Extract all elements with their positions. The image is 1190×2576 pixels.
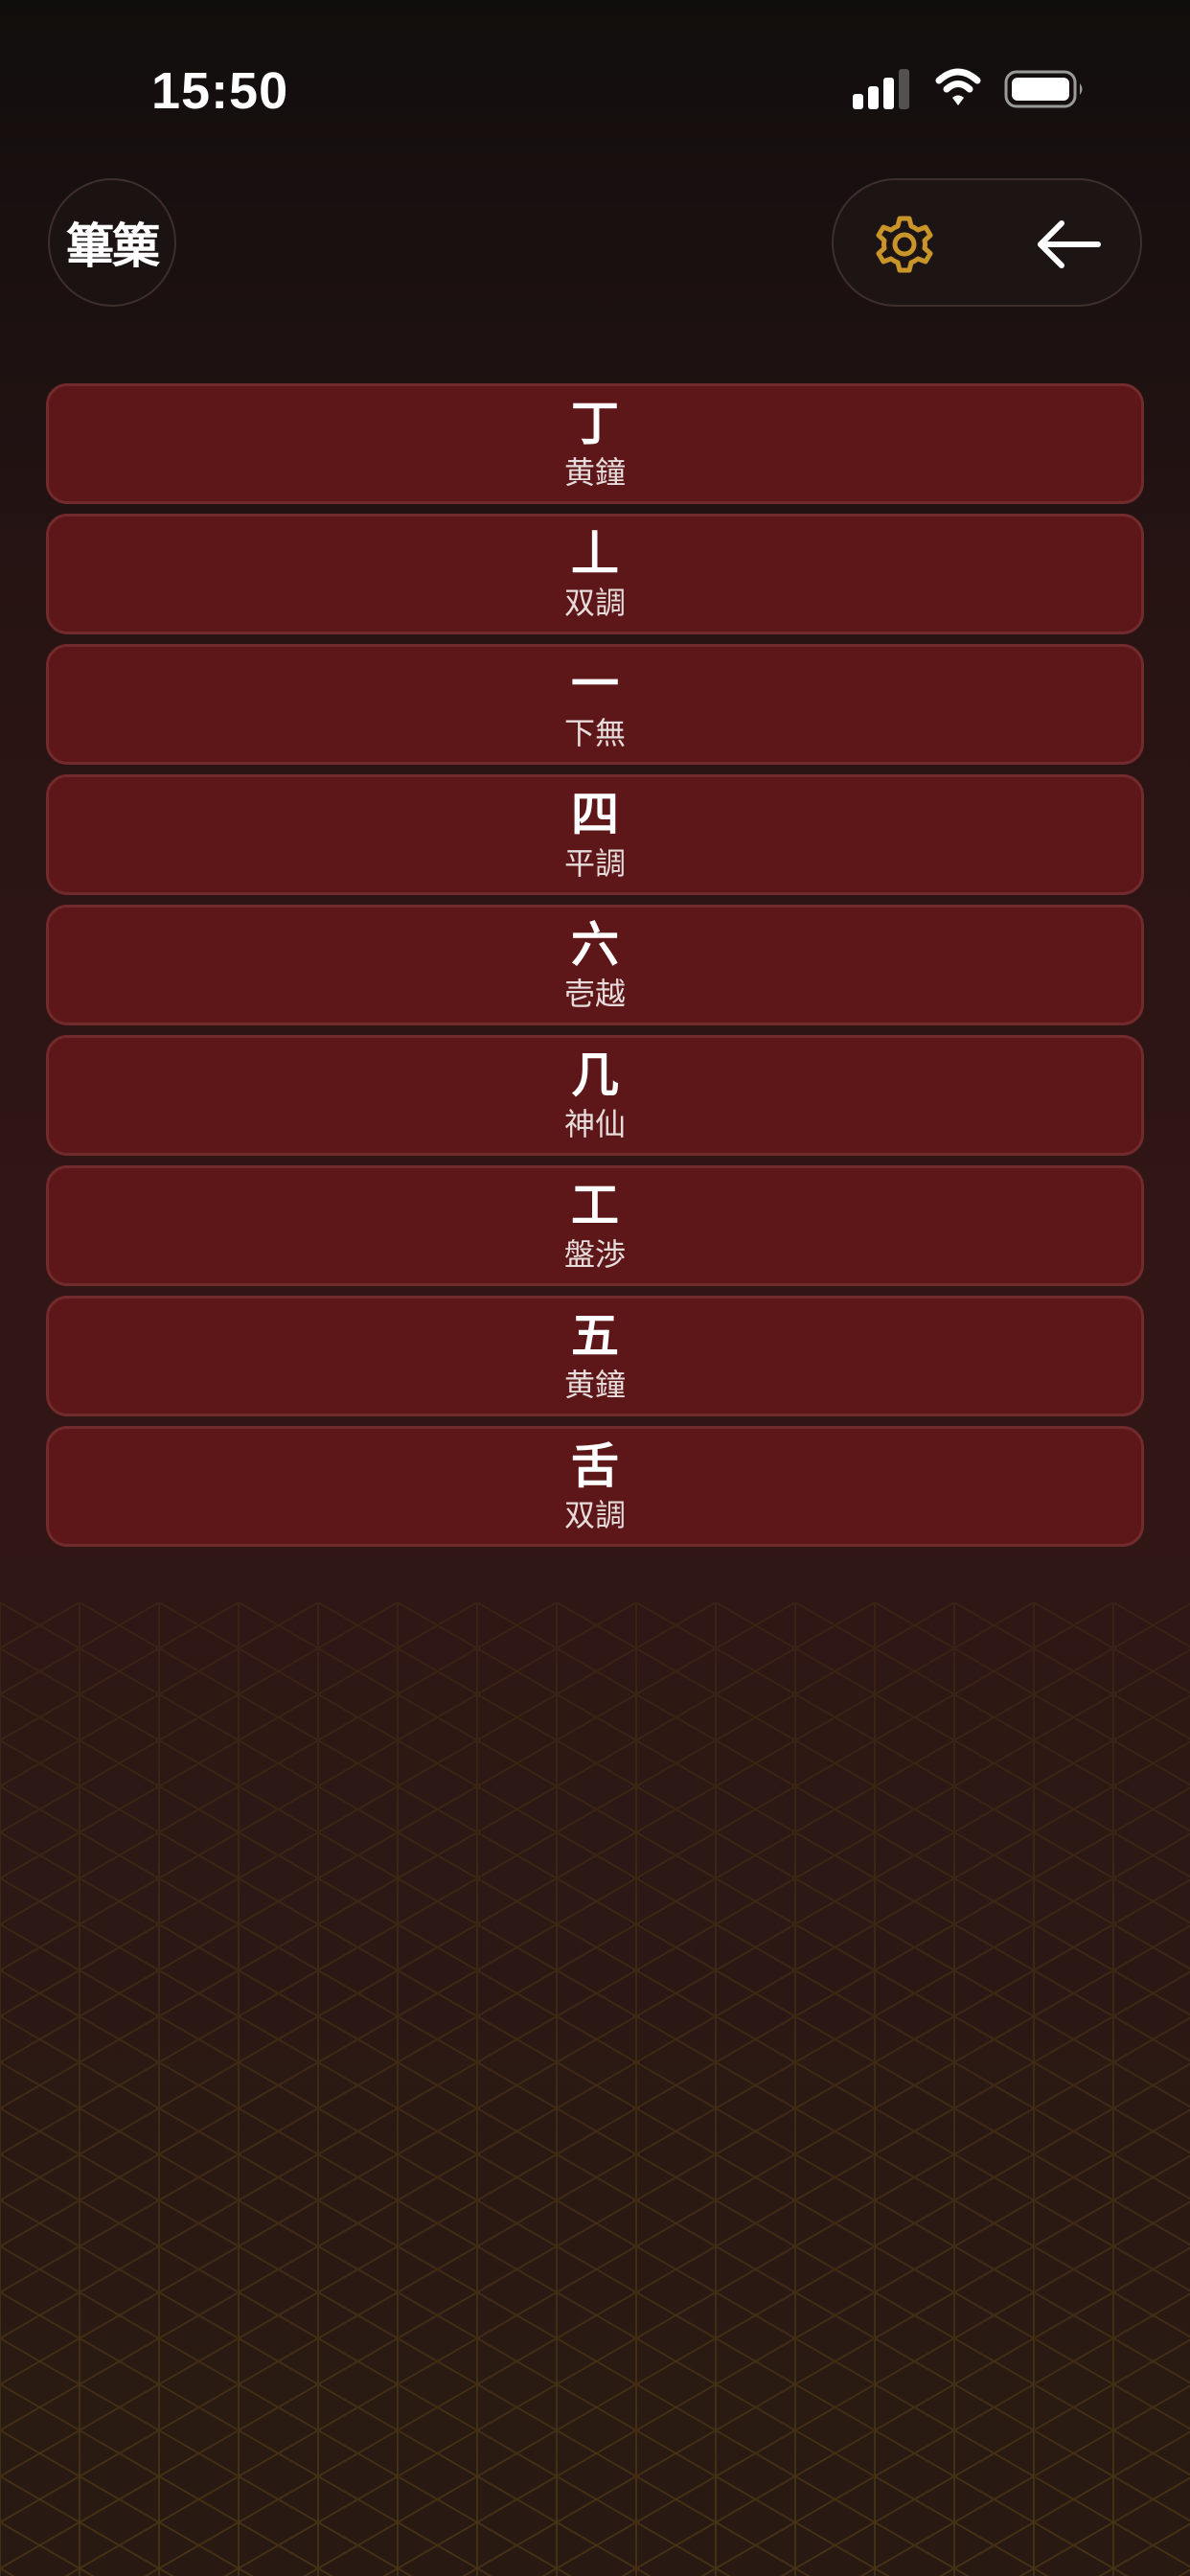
note-glyph: 五 — [571, 1308, 619, 1364]
note-mode: 盤渉 — [563, 1236, 626, 1273]
gear-icon[interactable] — [868, 208, 941, 281]
list-item[interactable]: 六 壱越 — [46, 905, 1144, 1025]
cellular-signal-icon — [853, 69, 909, 109]
list-item[interactable]: 四 平調 — [46, 774, 1144, 895]
list-item[interactable]: 丄 双調 — [46, 514, 1144, 634]
note-mode: 壱越 — [563, 976, 626, 1012]
note-mode: 下無 — [563, 715, 626, 751]
app-badge-label: 篳篥 — [66, 218, 160, 274]
note-mode: 双調 — [563, 1497, 626, 1533]
note-mode: 黄鐘 — [563, 454, 626, 491]
note-glyph: 丁 — [571, 396, 619, 451]
note-mode: 黄鐘 — [563, 1367, 626, 1403]
wifi-icon — [935, 68, 981, 105]
note-mode: 双調 — [563, 585, 626, 621]
note-glyph: 几 — [571, 1047, 619, 1103]
list-item[interactable]: 工 盤渉 — [46, 1165, 1144, 1286]
list-item[interactable]: 一 下無 — [46, 644, 1144, 765]
toolbar — [832, 178, 1142, 307]
note-glyph: 一 — [571, 656, 619, 712]
note-list: 丁 黄鐘 丄 双調 一 下無 四 平調 六 壱越 几 神仙 工 盤渉 五 黄鐘 … — [46, 383, 1144, 1556]
list-item[interactable]: 几 神仙 — [46, 1035, 1144, 1156]
note-mode: 平調 — [563, 845, 626, 882]
status-time: 15:50 — [151, 62, 289, 120]
arrow-left-icon[interactable] — [1033, 208, 1106, 281]
battery-icon — [1004, 70, 1083, 108]
status-bar: 15:50 — [0, 0, 1190, 144]
note-glyph: 舌 — [571, 1438, 619, 1494]
list-item[interactable]: 舌 双調 — [46, 1426, 1144, 1547]
status-icons — [853, 68, 1083, 109]
note-glyph: 六 — [571, 917, 619, 973]
app-badge[interactable]: 篳篥 — [48, 178, 176, 307]
note-glyph: 四 — [571, 787, 619, 842]
list-item[interactable]: 丁 黄鐘 — [46, 383, 1144, 504]
note-mode: 神仙 — [563, 1106, 626, 1142]
background-pattern — [0, 1602, 1190, 2576]
note-glyph: 丄 — [571, 526, 619, 582]
list-item[interactable]: 五 黄鐘 — [46, 1296, 1144, 1416]
note-glyph: 工 — [571, 1178, 619, 1233]
